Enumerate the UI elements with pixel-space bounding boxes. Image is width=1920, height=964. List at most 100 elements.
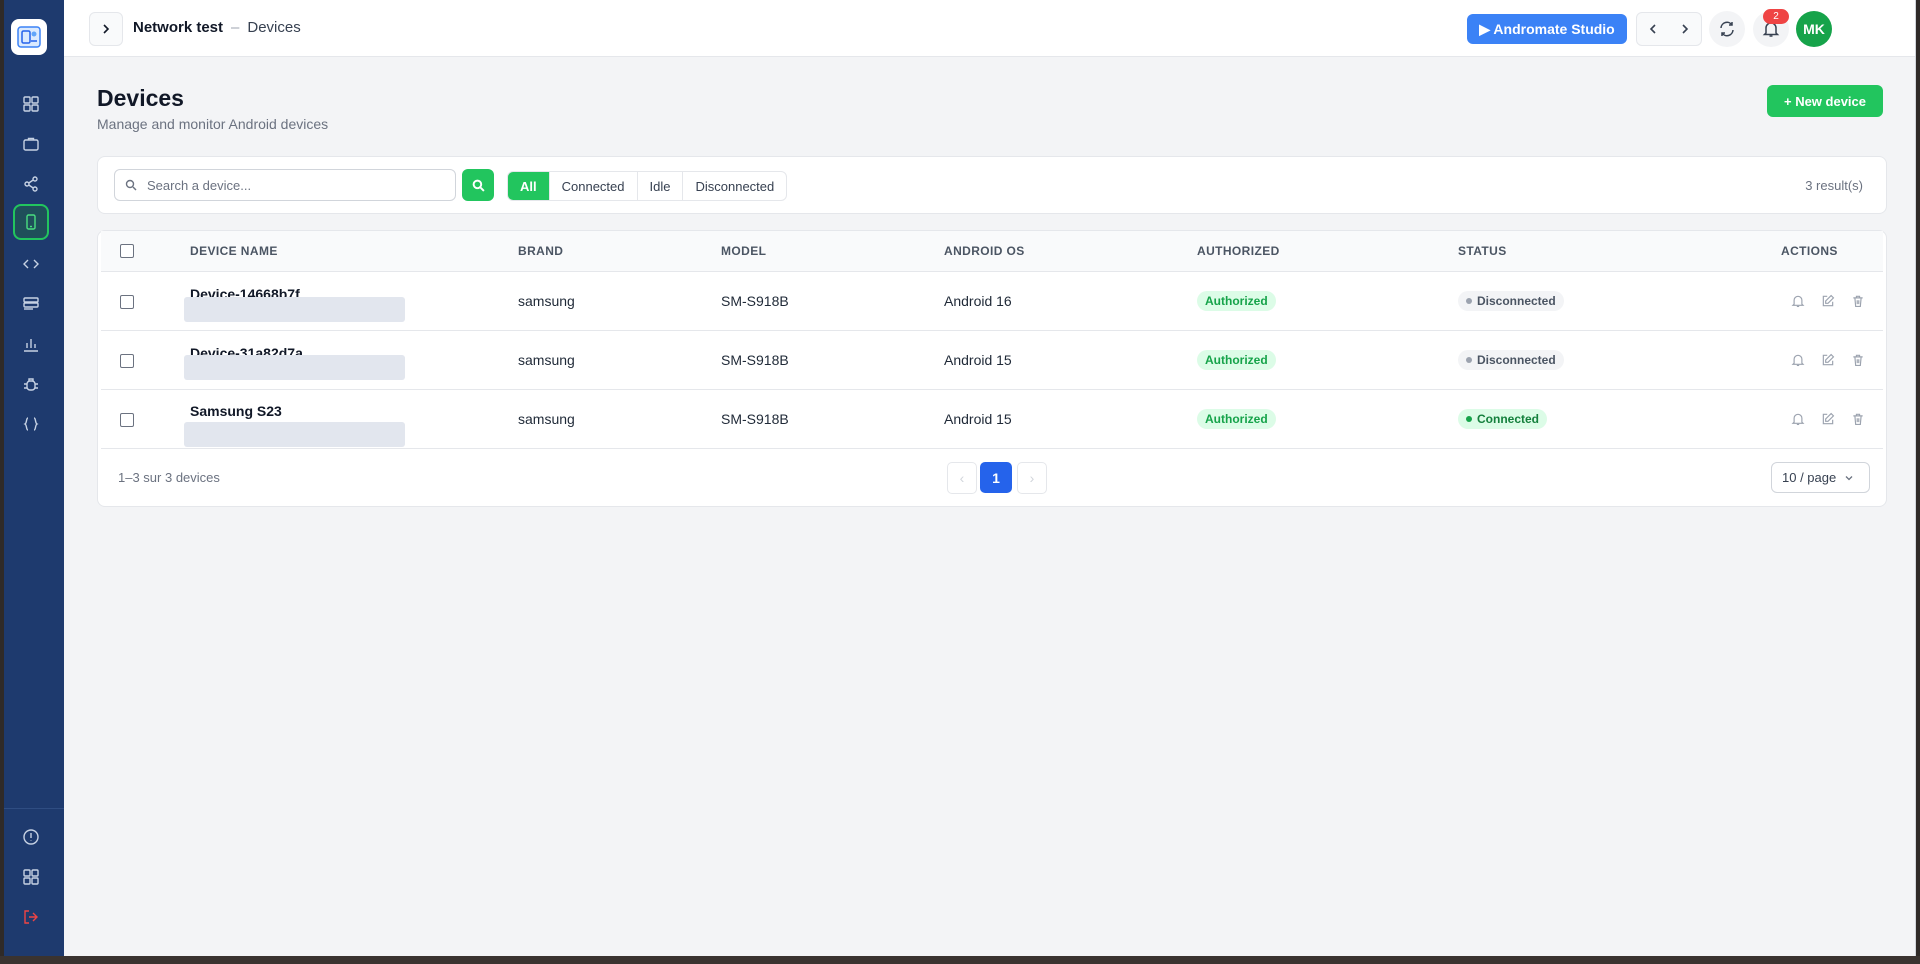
edit-icon — [1822, 294, 1835, 307]
previous-page-button[interactable]: ‹ — [947, 462, 977, 494]
sidebar-item-info[interactable] — [13, 819, 49, 855]
column-brand[interactable]: BRAND — [518, 244, 563, 258]
forward-button[interactable] — [1669, 13, 1701, 45]
user-avatar[interactable]: MK — [1796, 11, 1832, 47]
status-dot — [1466, 416, 1472, 422]
next-page-button[interactable]: › — [1017, 462, 1047, 494]
search-icon — [472, 179, 485, 192]
table-header: DEVICE NAME BRAND MODEL ANDROID OS AUTHO… — [101, 231, 1883, 272]
device-brand: samsung — [518, 293, 575, 309]
braces-icon — [23, 417, 39, 431]
app-logo[interactable] — [11, 19, 47, 55]
bell-icon — [1791, 413, 1805, 426]
breadcrumb: Network test – Devices — [133, 19, 301, 36]
status-label: Disconnected — [1477, 353, 1556, 367]
delete-action[interactable] — [1850, 352, 1866, 368]
device-os: Android 16 — [944, 293, 1012, 309]
desktop-taskbar-edge — [0, 956, 1920, 964]
logo-icon — [17, 26, 41, 48]
edit-action[interactable] — [1820, 411, 1836, 427]
column-device-name[interactable]: DEVICE NAME — [190, 244, 278, 258]
filter-disconnected[interactable]: Disconnected — [682, 172, 786, 200]
page-subtitle: Manage and monitor Android devices — [97, 116, 329, 132]
edit-action[interactable] — [1820, 352, 1836, 368]
edit-action[interactable] — [1820, 293, 1836, 309]
column-authorized[interactable]: AUTHORIZED — [1197, 244, 1280, 258]
table-row[interactable]: Device-31a82d7a samsung SM-S918B Android… — [101, 331, 1883, 390]
code-icon — [23, 259, 39, 269]
device-os: Android 15 — [944, 352, 1012, 368]
status-badge: Disconnected — [1458, 291, 1564, 311]
sidebar-item-logout[interactable] — [13, 899, 49, 935]
status-label: Disconnected — [1477, 294, 1556, 308]
filter-idle[interactable]: Idle — [636, 172, 683, 200]
device-name[interactable]: Samsung S23 — [190, 403, 282, 419]
new-device-button[interactable]: + New device — [1767, 85, 1883, 117]
edit-icon — [1822, 412, 1835, 425]
status-badge: Disconnected — [1458, 350, 1564, 370]
row-checkbox[interactable] — [120, 295, 134, 309]
column-model[interactable]: MODEL — [721, 244, 766, 258]
column-android-os[interactable]: ANDROID OS — [944, 244, 1025, 258]
filter-all[interactable]: All — [508, 172, 549, 200]
redacted-field — [184, 355, 405, 380]
chevron-left-icon — [1649, 24, 1656, 34]
device-os: Android 15 — [944, 411, 1012, 427]
status-badge: Connected — [1458, 409, 1548, 429]
delete-action[interactable] — [1850, 293, 1866, 309]
column-actions: ACTIONS — [1781, 244, 1838, 258]
chevron-down-icon — [1845, 475, 1853, 480]
trash-icon — [1853, 354, 1863, 367]
notification-count-badge: 2 — [1763, 9, 1789, 24]
logout-icon — [24, 910, 38, 924]
sidebar-item-apps[interactable] — [13, 859, 49, 895]
device-model: SM-S918B — [721, 293, 789, 309]
select-all-checkbox[interactable] — [120, 244, 134, 258]
dashboard-icon — [23, 96, 39, 112]
bell-icon — [1791, 354, 1805, 367]
filter-connected[interactable]: Connected — [548, 172, 637, 200]
results-count: 3 result(s) — [1805, 178, 1863, 193]
table-row[interactable]: Samsung S23 samsung SM-S918B Android 15 … — [101, 390, 1883, 449]
sidebar-item-analytics[interactable] — [13, 326, 49, 362]
sidebar-item-code[interactable] — [13, 246, 49, 282]
page-size-value: 10 / page — [1782, 470, 1837, 485]
refresh-button[interactable] — [1709, 11, 1745, 47]
apps-icon — [23, 869, 39, 885]
trash-icon — [1853, 413, 1863, 426]
notify-action[interactable] — [1790, 411, 1806, 427]
search-button[interactable] — [462, 169, 494, 201]
breadcrumb-project[interactable]: Network test — [133, 19, 223, 36]
device-brand: samsung — [518, 352, 575, 368]
delete-action[interactable] — [1850, 411, 1866, 427]
sidebar-item-data[interactable] — [13, 286, 49, 322]
back-button[interactable] — [1637, 13, 1669, 45]
row-checkbox[interactable] — [120, 413, 134, 427]
refresh-icon — [1720, 21, 1734, 37]
sidebar-item-projects[interactable] — [13, 126, 49, 162]
status-label: Connected — [1477, 412, 1540, 426]
current-page-button[interactable]: 1 — [980, 462, 1012, 493]
andromate-studio-button[interactable]: ▶ Andromate Studio — [1467, 14, 1627, 44]
search-input[interactable] — [145, 176, 429, 194]
sidebar — [4, 0, 64, 956]
notify-action[interactable] — [1790, 352, 1806, 368]
page-title: Devices — [97, 85, 184, 111]
sidebar-item-network[interactable] — [13, 166, 49, 202]
page-size-select[interactable]: 10 / page — [1771, 462, 1870, 493]
chevron-right-icon — [103, 24, 110, 34]
notify-action[interactable] — [1790, 293, 1806, 309]
sidebar-item-api[interactable] — [13, 406, 49, 442]
breadcrumb-separator: – — [231, 19, 240, 36]
database-icon — [23, 297, 39, 310]
row-checkbox[interactable] — [120, 354, 134, 368]
expand-sidebar-button[interactable] — [89, 12, 123, 46]
sidebar-item-debug[interactable] — [13, 366, 49, 402]
device-icon — [26, 214, 36, 230]
sidebar-item-devices[interactable] — [13, 204, 49, 240]
sidebar-item-dashboard[interactable] — [13, 86, 49, 122]
table-row[interactable]: Device-14668b7f samsung SM-S918B Android… — [101, 272, 1883, 331]
column-status[interactable]: STATUS — [1458, 244, 1507, 258]
edit-icon — [1822, 353, 1835, 366]
trash-icon — [1853, 295, 1863, 308]
